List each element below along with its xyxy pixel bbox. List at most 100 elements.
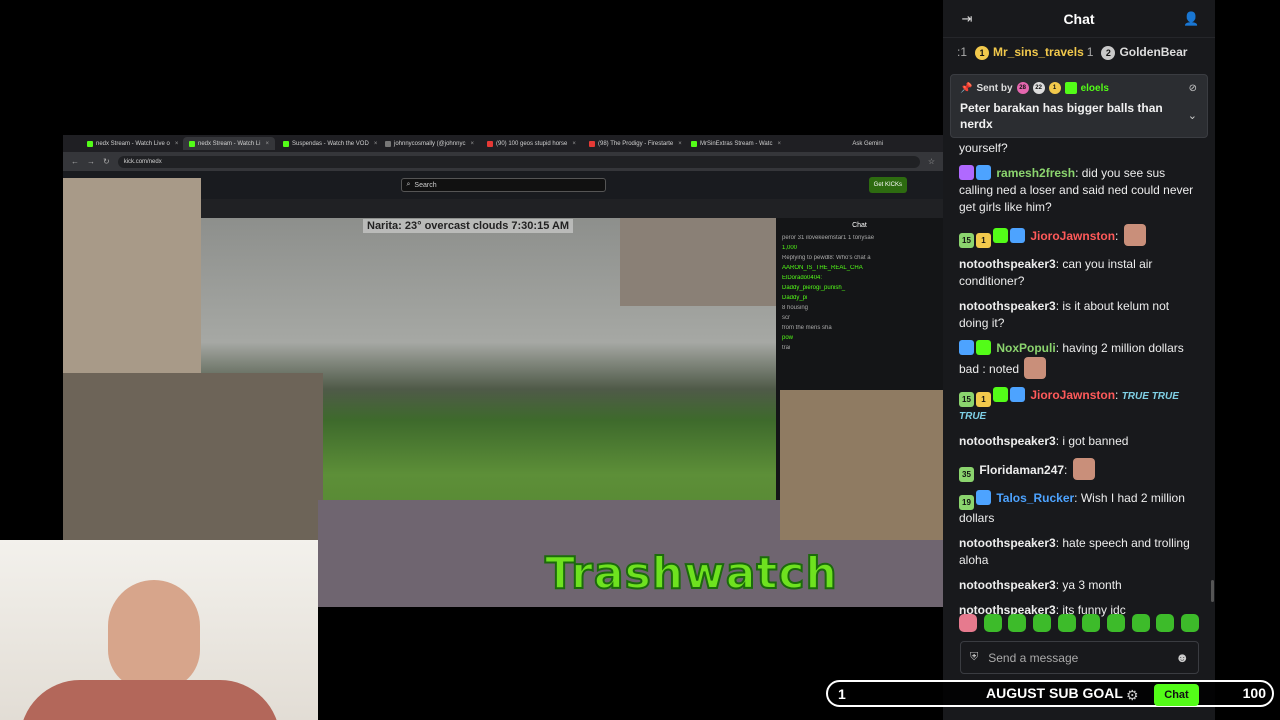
username[interactable]: notoothspeaker3 xyxy=(959,578,1056,592)
tab-label: Suspendas - Watch the VOD xyxy=(291,140,369,147)
emote-button[interactable] xyxy=(1057,614,1076,632)
sub-months-badge: 15 xyxy=(959,233,974,248)
mini-chat-line: peror 31 ilovekeemstar1 1 tonysae xyxy=(782,235,875,241)
gear-icon[interactable]: ⚙ xyxy=(1126,687,1139,704)
browser-tab[interactable]: johnnycosmally (@johnnyc × xyxy=(379,137,479,150)
chat-input-placeholder: Send a message xyxy=(988,650,1079,665)
mini-chat-line: 8 housing xyxy=(782,305,809,311)
overlay-collage xyxy=(780,390,943,540)
search-placeholder: Search xyxy=(414,181,437,189)
tab-label: johnnycosmally (@johnnyc xyxy=(393,140,466,147)
gifter-badge: 1 xyxy=(976,392,991,407)
chevron-down-icon[interactable]: ⌄ xyxy=(1188,109,1197,122)
mini-chat-line: Daddy_pi xyxy=(782,295,808,301)
pinned-meta: 📌 Sent by 28 22 1 eloels xyxy=(960,82,1198,94)
youtube-icon xyxy=(588,140,595,147)
address-text: kick.com/nedx xyxy=(123,158,162,165)
stream-scene: nedx Stream - Watch Live o × nedx Stream … xyxy=(0,0,1280,720)
moderator-badge xyxy=(976,165,991,180)
browser-tab[interactable]: Suspendas - Watch the VOD × xyxy=(277,137,377,150)
forward-icon[interactable]: → xyxy=(87,157,95,166)
close-icon[interactable]: × xyxy=(777,141,781,147)
close-icon[interactable]: × xyxy=(374,141,377,147)
sub-badge: 22 xyxy=(1032,82,1045,94)
face-emote xyxy=(1024,357,1047,379)
chat-header: ⇥ Chat 👤 xyxy=(943,0,1215,38)
rank-badge: 1 xyxy=(975,45,990,60)
emote-button[interactable] xyxy=(983,614,1002,632)
emote-button[interactable] xyxy=(1008,614,1027,632)
shield-icon: ⛨ xyxy=(970,651,979,663)
goal-current: 1 xyxy=(838,685,846,702)
get-kicks-button[interactable]: Get KICKs xyxy=(868,177,907,193)
username[interactable]: JioroJawnston xyxy=(1030,229,1115,243)
hide-pin-icon[interactable]: ⊘ xyxy=(1189,83,1197,94)
leaderboard-entry[interactable]: 1 Mr_sins_travels 1 xyxy=(975,45,1093,60)
mini-chat-line: from the mens sha xyxy=(782,325,832,331)
username[interactable]: notoothspeaker3 xyxy=(959,536,1056,550)
rank-badge: 2 xyxy=(1101,45,1116,60)
back-icon[interactable]: ← xyxy=(71,157,79,166)
pinned-sender[interactable]: eloels xyxy=(1081,83,1109,94)
emote-button[interactable] xyxy=(1106,614,1125,632)
gifter-badge: 1 xyxy=(976,233,991,248)
emote-button[interactable] xyxy=(1131,614,1150,632)
close-icon[interactable]: × xyxy=(175,141,179,147)
leaderboard-entry[interactable]: 2 GoldenBear xyxy=(1101,45,1187,60)
chat-message: 19 Talos_Rucker: Wish I had 2 million do… xyxy=(959,490,1185,525)
username[interactable]: notoothspeaker3 xyxy=(959,257,1056,271)
kick-search-input[interactable]: ⌕ Search xyxy=(400,178,606,192)
username[interactable]: notoothspeaker3 xyxy=(959,299,1056,313)
pinned-text: Peter barakan has bigger balls than nerd… xyxy=(960,101,1163,131)
leaderboard-rank-text: :1 xyxy=(957,45,968,59)
tab-label: nedx Stream - Watch Live o xyxy=(96,140,170,147)
collapse-chat-icon[interactable]: ⇥ xyxy=(959,11,975,27)
chat-message: yourself? xyxy=(959,140,1195,157)
users-icon[interactable]: 👤 xyxy=(1183,11,1199,27)
username[interactable]: ramesh2fresh xyxy=(996,166,1075,180)
close-icon[interactable]: × xyxy=(572,141,576,147)
emote-button[interactable] xyxy=(1180,614,1199,632)
reload-icon[interactable]: ↻ xyxy=(103,157,110,166)
send-chat-button[interactable]: Chat xyxy=(1154,684,1199,706)
tab-label: nedx Stream - Watch Li xyxy=(198,140,261,147)
emote-button[interactable] xyxy=(959,614,977,632)
chat-message: notoothspeaker3: hate speech and trollin… xyxy=(959,536,1190,567)
username[interactable]: Floridaman247 xyxy=(979,463,1064,477)
browser-tab[interactable]: MrSinExtras Stream - Watc × xyxy=(685,137,785,150)
chat-input[interactable]: ⛨ Send a message ☻ xyxy=(960,641,1199,674)
mini-chat-title: Chat xyxy=(852,222,867,229)
emote-button[interactable] xyxy=(1032,614,1051,632)
username[interactable]: notoothspeaker3 xyxy=(959,434,1056,448)
trashwatch-banner: Trashwatch xyxy=(544,547,838,600)
browser-tab[interactable]: (98) The Prodigy - Firestarte × xyxy=(583,137,683,150)
close-icon[interactable]: × xyxy=(265,141,269,147)
streamer-webcam xyxy=(0,540,318,720)
emoji-icon[interactable]: ☻ xyxy=(1175,650,1189,665)
sub-months-badge: 19 xyxy=(959,495,974,510)
browser-tab[interactable]: nedx Stream - Watch Live o × xyxy=(81,137,181,150)
username[interactable]: Talos_Rucker xyxy=(996,491,1074,505)
moderator-badge xyxy=(959,340,974,355)
browser-tab-active[interactable]: nedx Stream - Watch Li × xyxy=(183,137,275,150)
gifter-badge: 1 xyxy=(1048,82,1061,94)
search-icon: ⌕ xyxy=(406,181,411,188)
address-bar[interactable]: kick.com/nedx xyxy=(117,155,920,168)
chat-scrollbar[interactable] xyxy=(1211,580,1214,602)
username[interactable]: JioroJawnston xyxy=(1030,388,1115,402)
og-badge xyxy=(993,387,1008,402)
emote-button[interactable] xyxy=(1082,614,1101,632)
browser-tab[interactable]: (90) 100 geos stupid horse × xyxy=(481,137,581,150)
leader-name: GoldenBear xyxy=(1119,44,1188,59)
x-logo-icon xyxy=(384,140,391,147)
close-icon[interactable]: × xyxy=(678,141,682,147)
star-icon[interactable]: ☆ xyxy=(928,157,935,166)
gemini-button[interactable]: Ask Gemini xyxy=(852,141,943,147)
goal-title: AUGUST SUB GOAL xyxy=(986,685,1123,701)
emote-button[interactable] xyxy=(1156,614,1175,632)
username[interactable]: NoxPopuli xyxy=(996,341,1055,355)
face-emote xyxy=(1123,224,1146,246)
pinned-message[interactable]: 📌 Sent by 28 22 1 eloels Peter barakan h… xyxy=(950,74,1208,138)
chat-message: 15 1 JioroJawnston: xyxy=(959,224,1195,248)
close-icon[interactable]: × xyxy=(470,141,474,147)
